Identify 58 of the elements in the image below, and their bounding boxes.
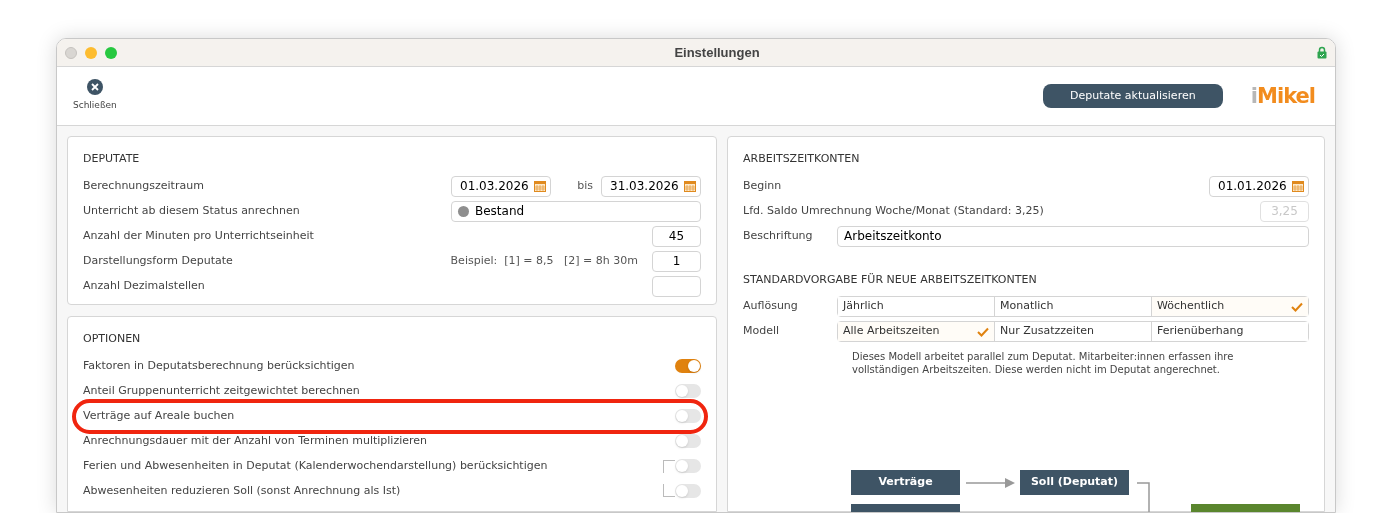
- option-label: Abwesenheiten reduzieren Soll (sonst Anrechnung als Ist): [83, 482, 401, 499]
- setting-label: Beginn: [743, 177, 782, 194]
- toggle-switch[interactable]: [675, 484, 701, 498]
- segment-option[interactable]: Wöchentlich: [1151, 297, 1308, 316]
- toggle-switch[interactable]: [675, 384, 701, 398]
- setting-label: Modell: [743, 323, 781, 340]
- number-field[interactable]: 45: [652, 225, 701, 247]
- date-field[interactable]: 31.03.2026: [601, 175, 701, 197]
- checkmark-icon: [1291, 301, 1303, 312]
- calendar-icon[interactable]: [534, 180, 546, 192]
- model-description: Dieses Modell arbeitet parallel zum Deputat. Mitarbeiter:innen erfassen ihre vollständigen Arbeitszeiten. Diese werden nicht im Deputat angerechnet.: [852, 350, 1235, 376]
- section-title: STANDARDVORGABE FÜR NEUE ARBEITSZEITKONTEN: [743, 271, 1038, 288]
- number-field[interactable]: [652, 275, 701, 297]
- window-title: Einstellungen: [673, 43, 761, 62]
- arrow: [966, 478, 1016, 488]
- option-label: Verträge auf Areale buchen: [83, 407, 235, 424]
- diagram-node: Soll (Deputat): [1020, 470, 1129, 495]
- option-label: Faktoren in Deputatsberechnung berücksichtigen: [83, 357, 355, 374]
- checkmark-icon: [977, 326, 989, 337]
- maximize-window-button[interactable]: [105, 46, 117, 59]
- logo: iMikel: [1250, 85, 1315, 107]
- close-button[interactable]: Schließen: [73, 79, 117, 113]
- section-title: DEPUTATE: [83, 151, 141, 167]
- calendar-icon[interactable]: [1292, 180, 1304, 192]
- range-separator: bis: [576, 177, 593, 194]
- date-field[interactable]: 01.03.2026: [451, 175, 551, 197]
- date-field[interactable]: 01.01.2026: [1209, 175, 1309, 197]
- setting-label: Auflösung: [743, 298, 799, 315]
- text-field[interactable]: Arbeitszeitkonto: [837, 225, 1309, 247]
- option-label: Ferien und Abwesenheiten in Deputat (Kalenderwochendarstellung) berücksichtigen: [83, 457, 548, 474]
- toggle-switch[interactable]: [675, 459, 701, 473]
- minimize-window-button[interactable]: [85, 46, 97, 59]
- diagram-node: Verträge: [851, 470, 960, 495]
- status-select[interactable]: Bestand: [451, 200, 701, 222]
- setting-label: Berechnungszeitraum: [83, 177, 204, 194]
- calendar-icon[interactable]: [684, 180, 696, 192]
- lock-icon: [1317, 46, 1327, 59]
- close-window-button[interactable]: [65, 46, 77, 59]
- toggle-switch[interactable]: [675, 409, 701, 423]
- connector-line: [1137, 482, 1151, 512]
- setting-label: Unterricht ab diesem Status anrechnen: [83, 202, 300, 219]
- segment-option[interactable]: Alle Arbeitszeiten: [838, 322, 994, 341]
- setting-label: Anzahl der Minuten pro Unterrichtseinheit: [83, 227, 314, 244]
- setting-label: Anzahl Dezimalstellen: [83, 277, 205, 294]
- number-field[interactable]: 1: [652, 250, 701, 272]
- example-text: Beispiel: [1] = 8,5 [2] = 8h 30m: [450, 252, 638, 269]
- close-icon: [86, 79, 103, 96]
- section-title: OPTIONEN: [83, 331, 142, 347]
- setting-label: Beschriftung: [743, 227, 814, 244]
- toggle-switch[interactable]: [675, 434, 701, 448]
- setting-label: Darstellungsform Deputate: [83, 252, 233, 269]
- update-button[interactable]: Deputate aktualisieren: [1042, 84, 1223, 108]
- segment-option[interactable]: Ferienüberhang: [1151, 322, 1308, 341]
- setting-label: Lfd. Saldo Umrechnung Woche/Monat (Standard: 3,25): [743, 202, 1044, 219]
- option-label: Anteil Gruppenunterricht zeitgewichtet berechnen: [83, 382, 360, 399]
- section-title: ARBEITSZEITKONTEN: [743, 151, 861, 167]
- toggle-switch[interactable]: [675, 359, 701, 373]
- option-label: Anrechnungsdauer mit der Anzahl von Terminen multiplizieren: [83, 432, 428, 449]
